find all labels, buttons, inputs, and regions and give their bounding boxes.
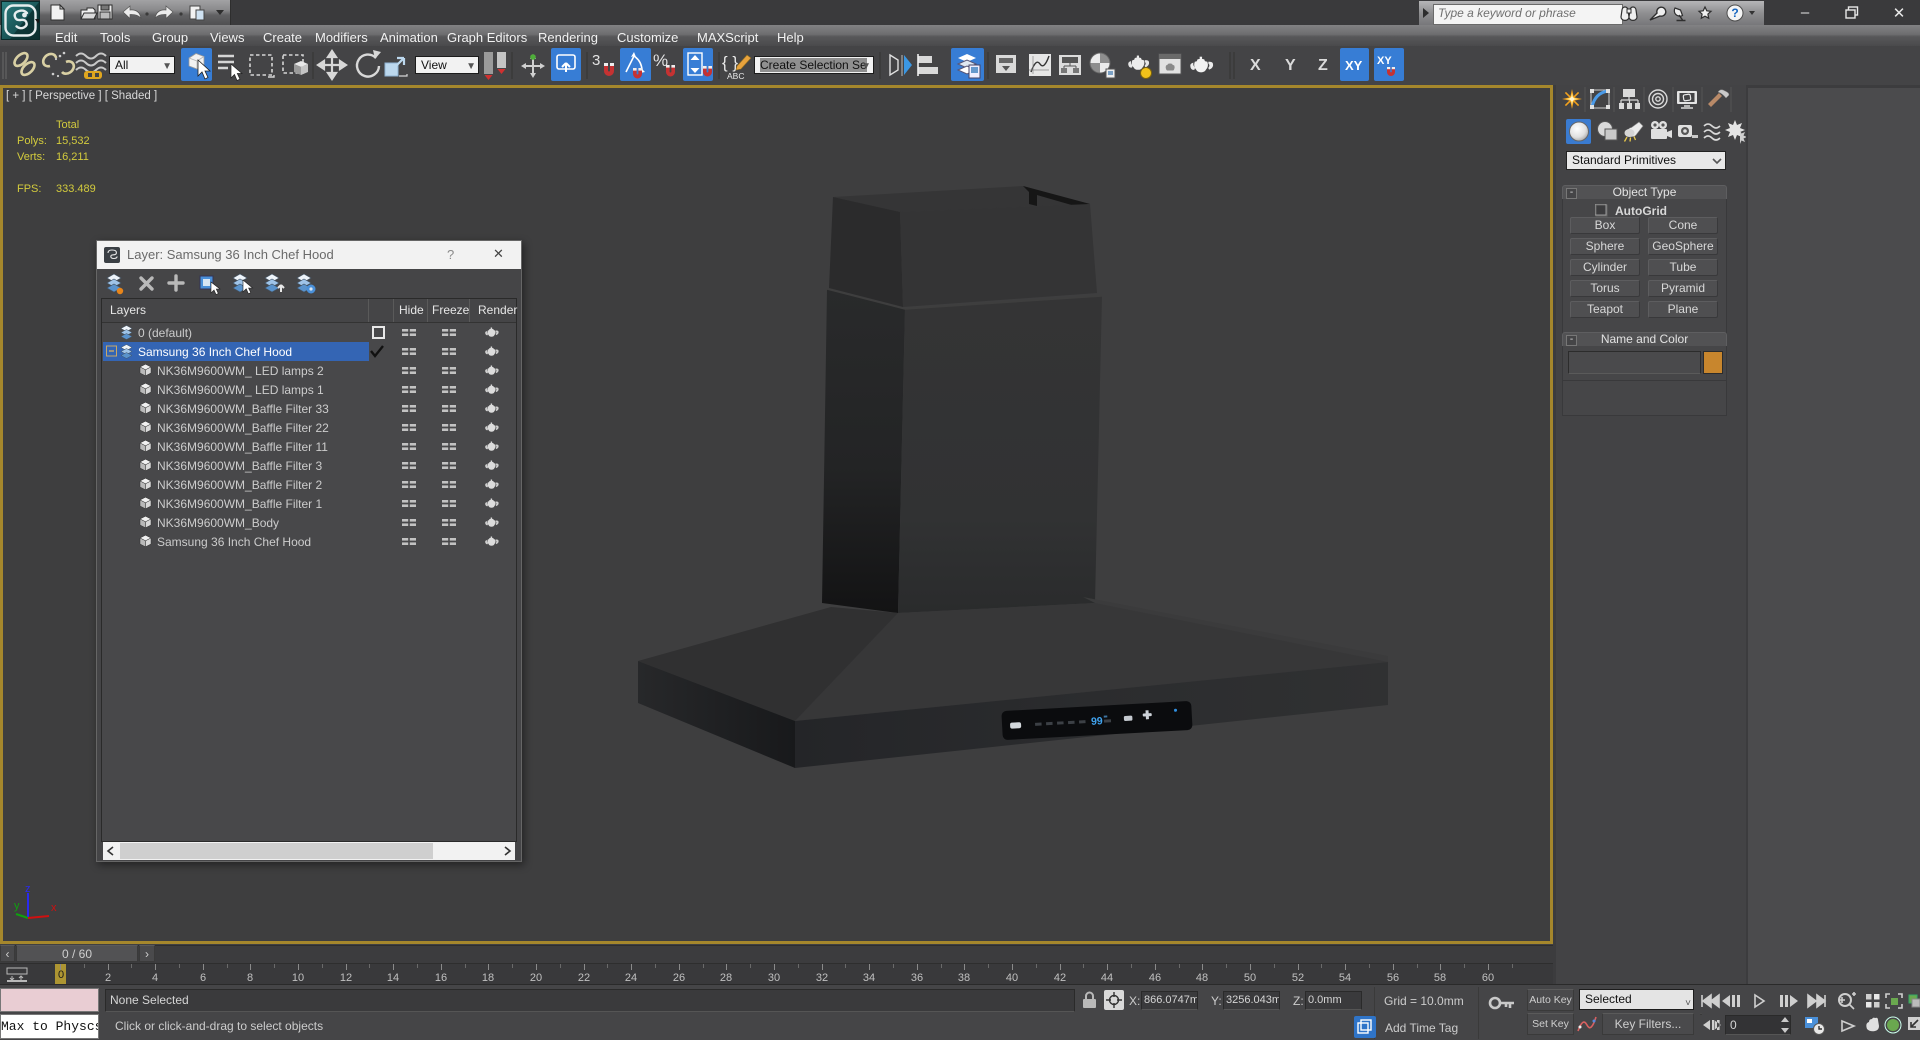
svg-text:NK36M9600WM_Baffle Filter 33: NK36M9600WM_Baffle Filter 33 [157, 402, 329, 416]
svg-text:z: z [25, 883, 31, 895]
svg-text:XY: XY [1377, 55, 1392, 67]
svg-text:NK36M9600WM_Baffle Filter 22: NK36M9600WM_Baffle Filter 22 [157, 421, 329, 435]
svg-text:NK36M9600WM_Baffle Filter 2: NK36M9600WM_Baffle Filter 2 [157, 478, 323, 492]
svg-text:XY: XY [1345, 58, 1363, 73]
svg-text:NK36M9600WM_Baffle Filter 11: NK36M9600WM_Baffle Filter 11 [157, 440, 328, 454]
svg-text:Samsung 36 Inch Chef Hood: Samsung 36 Inch Chef Hood [138, 345, 292, 359]
svg-text:NK36M9600WM_Baffle Filter 1: NK36M9600WM_Baffle Filter 1 [157, 497, 323, 511]
svg-text:NK36M9600WM_Baffle Filter 3: NK36M9600WM_Baffle Filter 3 [157, 459, 323, 473]
svg-text:y: y [14, 900, 20, 912]
svg-text:?: ? [1731, 6, 1738, 20]
svg-text:3: 3 [592, 52, 600, 69]
svg-text:99: 99 [1091, 715, 1103, 728]
svg-text:NK36M9600WM_Body: NK36M9600WM_Body [157, 516, 279, 530]
svg-text:0 (default): 0 (default) [138, 326, 192, 340]
svg-text:NK36M9600WM_ LED lamps 2: NK36M9600WM_ LED lamps 2 [157, 364, 324, 378]
svg-text:x: x [51, 902, 57, 914]
svg-text:ABC: ABC [727, 71, 744, 81]
svg-text:%: % [653, 51, 668, 70]
svg-text:Samsung 36 Inch Chef Hood: Samsung 36 Inch Chef Hood [157, 535, 311, 549]
svg-text:NK36M9600WM_ LED lamps 1: NK36M9600WM_ LED lamps 1 [157, 383, 324, 397]
